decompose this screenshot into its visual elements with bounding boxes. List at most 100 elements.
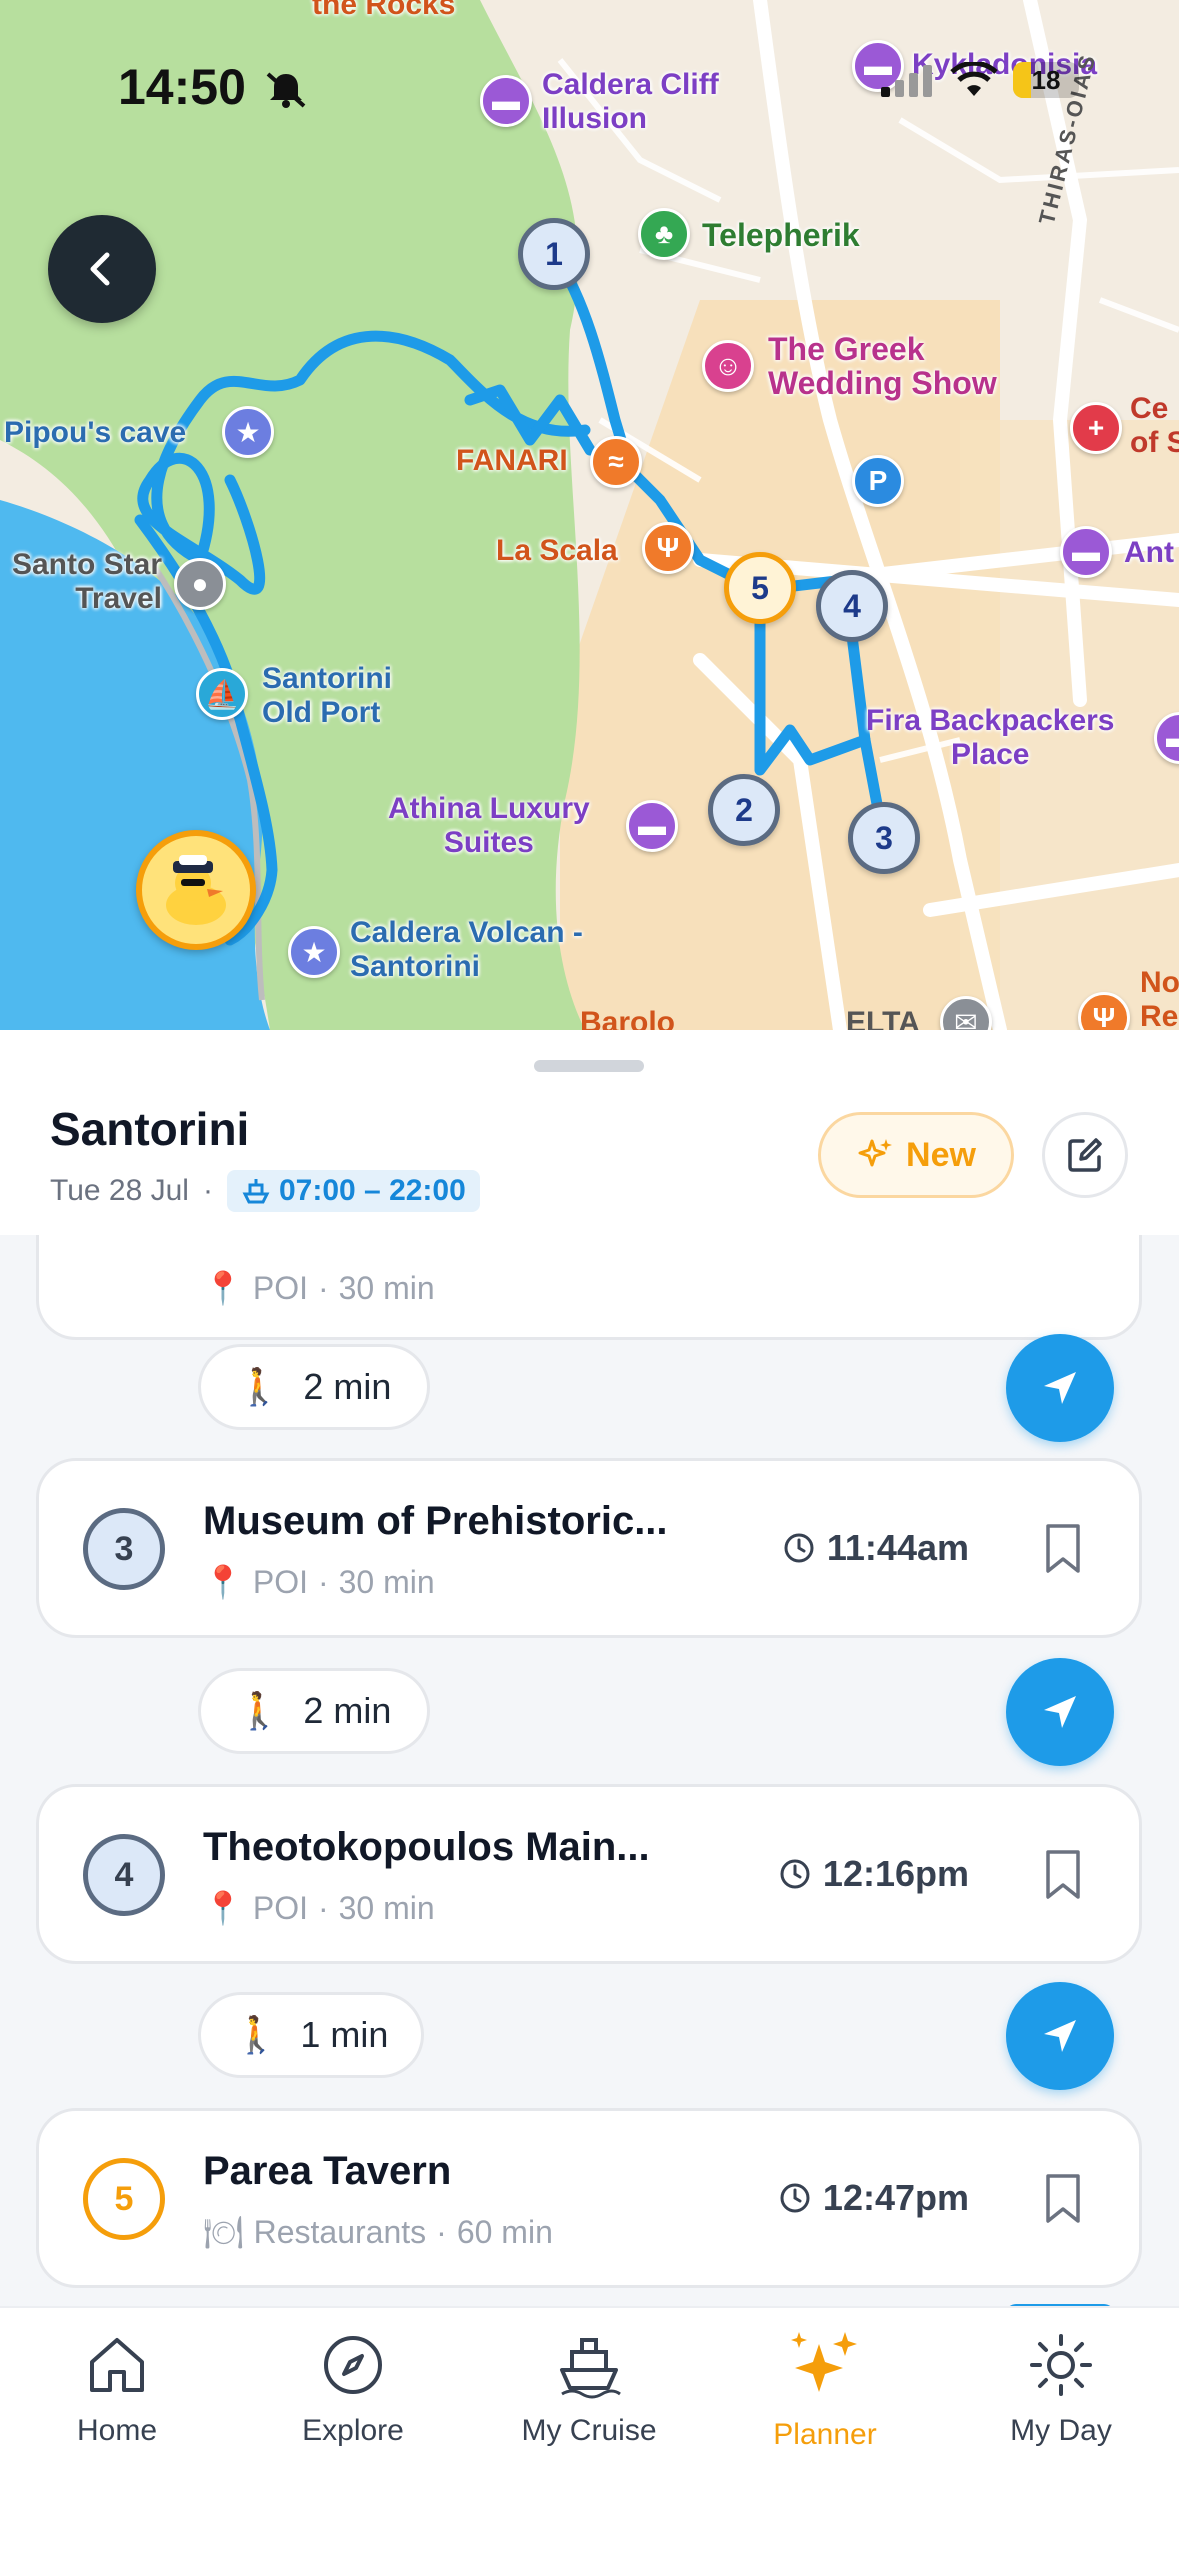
port-title: Santorini [50, 1103, 250, 1155]
map-label-ant[interactable]: Ant [1124, 536, 1174, 570]
clock-icon [784, 1533, 814, 1563]
route-stop-3[interactable]: 3 [848, 802, 920, 874]
tab-my-cruise[interactable]: My Cruise [489, 2330, 689, 2448]
card-subtitle: 🍽 Restaurants · 60 min [203, 2213, 553, 2251]
itinerary-card[interactable]: 3 Museum of Prehistoric... 📍 POI · 30 mi… [36, 1458, 1142, 1638]
walk-duration-chip: 🚶 2 min [198, 1344, 430, 1430]
restaurant-icon[interactable]: Ψ [642, 522, 694, 574]
stop-time: 12:47pm [779, 2177, 969, 2219]
map-label-old-port[interactable]: Santorini Old Port [262, 662, 392, 730]
map-view[interactable]: the Rocks ▬ Caldera Cliff Illusion ▬ Kyk… [0, 0, 1179, 1030]
navigation-arrow-icon [1044, 1696, 1076, 1728]
tab-explore[interactable]: Explore [253, 2330, 453, 2448]
pin-icon[interactable]: ● [174, 558, 226, 610]
card-subtitle: 📍 POI · 30 min [203, 1889, 435, 1927]
status-time: 14:50 [118, 59, 246, 115]
battery-indicator: 18 [1013, 62, 1079, 98]
map-pin-icon: 📍 [203, 1270, 243, 1306]
route-stop-4[interactable]: 4 [816, 570, 888, 642]
tree-icon[interactable]: ♣ [638, 208, 690, 260]
walking-icon: 🚶 [233, 2014, 279, 2055]
map-label-athina[interactable]: Athina Luxury Suites [388, 792, 590, 860]
bookmark-icon[interactable] [1043, 2173, 1083, 2225]
stop-time: 12:16pm [779, 1853, 969, 1895]
navigation-arrow-icon [1044, 1372, 1076, 1404]
seafood-icon[interactable]: ≈ [590, 436, 642, 488]
walk-duration-chip: 🚶 1 min [198, 1992, 424, 2078]
stop-time: 11:44am [783, 1527, 969, 1569]
walking-icon: 🚶 [236, 1690, 282, 1731]
wifi-icon [950, 62, 998, 96]
sheet-header: Santorini Tue 28 Jul · 07:00 – 22:00 New [0, 1030, 1179, 1235]
sparkles-icon [858, 1139, 893, 1167]
dining-icon: 🍽 [203, 2214, 244, 2250]
itinerary-card[interactable]: 5 Parea Tavern 🍽 Restaurants · 60 min 12… [36, 2108, 1142, 2288]
card-subtitle: 📍 POI · 30 min [203, 1269, 435, 1307]
map-pin-icon: 📍 [203, 1890, 243, 1926]
tab-bar: Home Explore My Cruise Planner My Day [0, 2306, 1179, 2556]
bell-slash-icon [266, 72, 306, 108]
chevron-left-icon [90, 252, 110, 286]
tab-my-day[interactable]: My Day [961, 2330, 1161, 2448]
map-label-greek-wedding[interactable]: The Greek Wedding Show [768, 332, 997, 400]
star-icon[interactable]: ★ [222, 406, 274, 458]
stop-number: 3 [83, 1508, 165, 1590]
map-label-caldera-volcan[interactable]: Caldera Volcan - Santorini [350, 916, 583, 984]
map-label-health-center[interactable]: Ce of S [1130, 392, 1179, 460]
route-stop-5[interactable]: 5 [724, 552, 796, 624]
stop-name: Theotokopoulos Main... [203, 1825, 650, 1869]
map-label-pipous-cave[interactable]: Pipou's cave [4, 416, 186, 450]
itinerary-card[interactable]: 4 Theotokopoulos Main... 📍 POI · 30 min … [36, 1784, 1142, 1964]
sun-icon [1030, 2334, 1092, 2396]
drag-handle[interactable] [534, 1060, 644, 1072]
boat-icon[interactable]: ⛵ [196, 668, 248, 720]
card-subtitle: 📍 POI · 30 min [203, 1563, 435, 1601]
hours-badge: 07:00 – 22:00 [226, 1170, 480, 1212]
route-stop-1[interactable]: 1 [518, 218, 590, 290]
navigation-arrow-icon [1044, 2020, 1076, 2052]
stop-number: 4 [83, 1834, 165, 1916]
ship-icon [242, 1179, 270, 1204]
sparkles-icon [791, 2332, 857, 2392]
status-indicators: 18 [879, 62, 1079, 98]
map-label-la-scala[interactable]: La Scala [496, 534, 618, 568]
compass-icon [324, 2336, 382, 2394]
parking-icon[interactable]: P [852, 455, 904, 507]
edit-button[interactable] [1042, 1112, 1128, 1198]
clock-icon [780, 1859, 810, 1889]
stop-number: 5 [83, 2158, 165, 2240]
navigate-button[interactable] [1006, 1982, 1114, 2090]
map-label-caldera-cliff[interactable]: Caldera Cliff Illusion [542, 68, 719, 136]
hotel-icon[interactable]: ▬ [626, 800, 678, 852]
hotel-icon[interactable]: ▬ [1060, 526, 1112, 578]
duck-icon [166, 855, 226, 925]
date-label: Tue 28 Jul [50, 1174, 189, 1207]
itinerary-sheet: 📍 POI · 30 min Santorini Tue 28 Jul · 07… [0, 1030, 1179, 2314]
tab-planner[interactable]: Planner [725, 2330, 925, 2452]
map-label-santo-star[interactable]: Santo Star Travel [0, 548, 162, 616]
map-label-fira-backpackers[interactable]: Fira Backpackers Place [866, 704, 1115, 772]
map-label-barolo[interactable]: Barolo [580, 1006, 675, 1030]
navigate-button[interactable] [1006, 1658, 1114, 1766]
theater-icon[interactable]: ☺ [702, 340, 754, 392]
star-icon[interactable]: ★ [288, 926, 340, 978]
map-pin-icon: 📍 [203, 1564, 243, 1600]
map-label-telepherik[interactable]: Telepherik [702, 218, 860, 252]
route-stop-2[interactable]: 2 [708, 774, 780, 846]
signal-icon [881, 65, 932, 97]
bookmark-icon[interactable] [1043, 1523, 1083, 1575]
battery-level: 18 [1031, 64, 1061, 95]
new-button[interactable]: New [818, 1112, 1014, 1198]
bookmark-icon[interactable] [1043, 1849, 1083, 1901]
user-location-avatar[interactable] [136, 830, 256, 950]
map-label-no-re[interactable]: No Re [1140, 966, 1179, 1030]
hospital-icon[interactable]: + [1070, 402, 1122, 454]
clock-icon [780, 2183, 810, 2213]
walking-icon: 🚶 [236, 1366, 282, 1407]
back-button[interactable] [48, 215, 156, 323]
navigate-button[interactable] [1006, 1334, 1114, 1442]
map-label-fanari[interactable]: FANARI [456, 444, 568, 478]
map-label-elta[interactable]: ELTA [846, 1006, 920, 1030]
tab-home[interactable]: Home [17, 2330, 217, 2448]
hotel-icon[interactable]: ▬ [480, 75, 532, 127]
